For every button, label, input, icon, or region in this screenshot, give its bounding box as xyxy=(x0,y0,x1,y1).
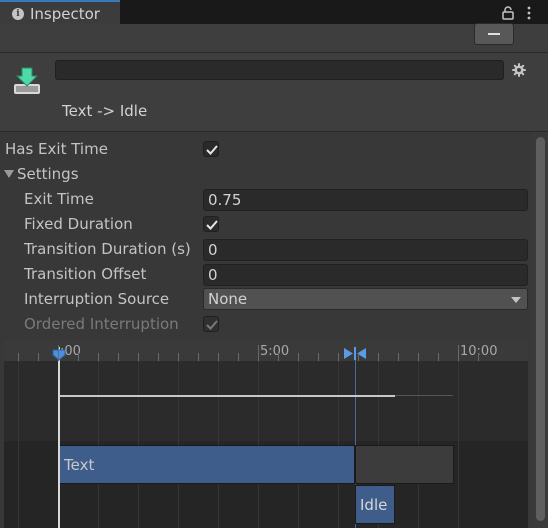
source-clip-bar[interactable] xyxy=(59,445,355,484)
minus-icon xyxy=(488,33,500,35)
exit-time-field[interactable]: 0.75 xyxy=(203,189,528,211)
ruler-tick xyxy=(158,353,159,361)
divider xyxy=(0,131,548,132)
transition-weight-curve xyxy=(60,395,395,397)
chevron-down-icon xyxy=(511,297,521,303)
has-exit-time-checkbox[interactable] xyxy=(203,141,219,157)
foldout-arrow-icon[interactable] xyxy=(4,170,14,178)
ruler-tick xyxy=(118,353,119,361)
destination-clip-label: Idle xyxy=(360,496,388,514)
ruler-tick xyxy=(98,353,99,361)
checkmark-icon xyxy=(206,220,218,230)
ruler-tick xyxy=(78,353,79,361)
ruler-tick xyxy=(178,353,179,361)
transition-duration-label: Transition Duration (s) xyxy=(24,240,191,258)
ruler-tick xyxy=(238,353,239,361)
transition-offset-label: Transition Offset xyxy=(24,265,147,283)
checkmark-icon xyxy=(206,145,218,155)
has-exit-time-label: Has Exit Time xyxy=(5,140,108,158)
transition-title: Text -> Idle xyxy=(62,102,148,120)
fixed-duration-label: Fixed Duration xyxy=(24,215,133,233)
transition-duration-field[interactable]: 0 xyxy=(203,239,528,261)
ruler-tick xyxy=(458,345,459,361)
ruler-tick xyxy=(298,353,299,361)
collapse-button[interactable] xyxy=(474,23,514,45)
transition-offset-field[interactable]: 0 xyxy=(203,264,528,286)
ruler-tick xyxy=(218,353,219,361)
transition-range-marker-icon[interactable] xyxy=(343,345,367,360)
transition-name-field[interactable] xyxy=(55,60,504,80)
ruler-tick xyxy=(398,353,399,361)
timeline-grid-line xyxy=(458,361,459,528)
ruler-tick xyxy=(478,353,479,361)
fixed-duration-checkbox[interactable] xyxy=(203,216,219,232)
ruler-tick xyxy=(258,345,259,361)
playhead-marker-icon[interactable] xyxy=(52,346,66,361)
transition-icon xyxy=(12,66,42,96)
interruption-source-value: None xyxy=(208,290,248,308)
more-menu-icon[interactable] xyxy=(526,5,532,20)
ruler-tick xyxy=(378,353,379,361)
ruler-tick xyxy=(18,353,19,361)
ruler-tick xyxy=(138,353,139,361)
tab-title: Inspector xyxy=(30,5,100,23)
ordered-interruption-label: Ordered Interruption xyxy=(24,315,179,333)
ruler-tick xyxy=(318,353,319,361)
playhead-line[interactable] xyxy=(58,347,60,528)
lock-icon[interactable] xyxy=(502,5,514,20)
scrollbar-thumb[interactable] xyxy=(536,137,545,521)
source-clip-label: Text xyxy=(64,456,95,474)
exit-time-label: Exit Time xyxy=(24,190,94,208)
ruler-tick xyxy=(358,353,359,361)
interruption-source-dropdown[interactable]: None xyxy=(203,288,528,310)
ruler-tick xyxy=(278,353,279,361)
ordered-interruption-checkbox xyxy=(203,316,219,332)
divider xyxy=(0,52,548,53)
ruler-tick xyxy=(338,353,339,361)
ruler-tick xyxy=(58,345,59,361)
ruler-tick xyxy=(198,353,199,361)
ruler-tick xyxy=(418,353,419,361)
timeline-grid-line xyxy=(18,361,19,528)
ruler-label: 5:00 xyxy=(260,344,290,359)
tab-inspector[interactable]: i Inspector xyxy=(0,0,120,24)
interruption-source-label: Interruption Source xyxy=(24,290,170,308)
source-clip-remainder xyxy=(355,445,454,484)
ruler-tick xyxy=(38,353,39,361)
gear-icon[interactable] xyxy=(511,62,527,78)
transition-weight-curve-tail xyxy=(395,395,453,396)
checkmark-icon xyxy=(206,320,218,330)
settings-foldout-label[interactable]: Settings xyxy=(17,164,79,184)
info-icon: i xyxy=(12,8,24,20)
ruler-tick xyxy=(438,353,439,361)
